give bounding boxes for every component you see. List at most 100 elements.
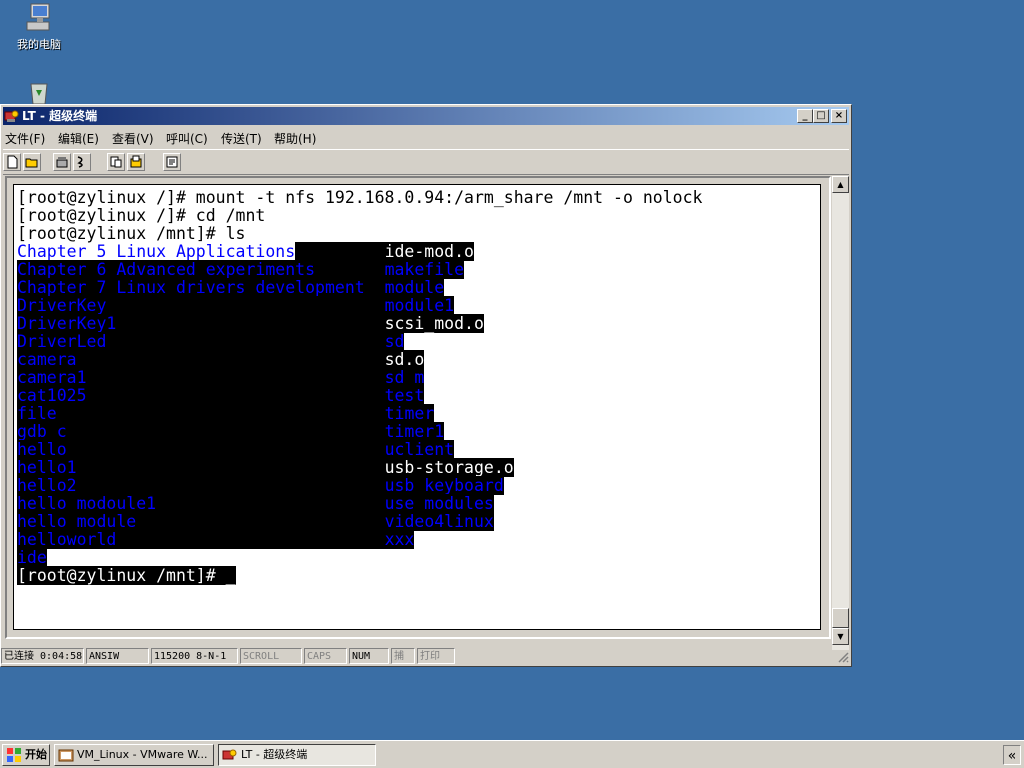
resize-grip-icon[interactable] — [837, 651, 849, 663]
command-line: [root@zylinux /]# cd /mnt — [17, 206, 266, 225]
status-caps: CAPS — [304, 648, 347, 664]
menu-call[interactable]: 呼叫(C) — [166, 130, 208, 147]
ls-entry-dir: usb_keyboard — [384, 476, 504, 495]
disconnect-icon — [77, 156, 83, 168]
terminal-line: [root@zylinux /]# mount -t nfs 192.168.0… — [17, 189, 702, 207]
ls-entry-file: usb-storage.o — [384, 458, 514, 477]
phone-icon — [56, 157, 68, 168]
maximize-button[interactable]: □ — [813, 109, 829, 123]
command-line: [root@zylinux /mnt]# ls — [17, 224, 246, 243]
ls-entry-dir: DriverKey1 — [17, 314, 117, 333]
terminal-line: DriverKey module1 — [17, 296, 455, 315]
recycle-bin-icon — [30, 83, 48, 104]
scroll-down-button[interactable]: ▼ — [832, 628, 849, 645]
send-button[interactable] — [107, 153, 125, 171]
receive-file-icon — [130, 155, 142, 168]
ls-entry-dir: helloworld — [17, 530, 117, 549]
properties-icon — [166, 156, 178, 168]
ls-entry-dir: hello_modoule1 — [17, 494, 157, 513]
ls-padding — [315, 260, 385, 279]
ls-padding — [86, 386, 385, 405]
status-emulation: ANSIW — [86, 648, 149, 664]
title-bar[interactable]: LT - 超级终端 _ □ × — [3, 107, 849, 125]
ls-entry-dir: hello — [17, 440, 67, 459]
menu-edit[interactable]: 编辑(E) — [58, 130, 99, 147]
ls-padding — [106, 332, 385, 351]
ls-entry-dir: module1 — [384, 296, 455, 315]
disconnect-button[interactable] — [73, 153, 91, 171]
scroll-thumb[interactable] — [832, 608, 849, 628]
menu-file[interactable]: 文件(F) — [5, 130, 45, 147]
hyperterminal-app-icon — [4, 110, 19, 122]
terminal-line: camera sd.o — [17, 350, 425, 369]
receive-button[interactable] — [127, 153, 145, 171]
terminal-screen[interactable]: [root@zylinux /]# mount -t nfs 192.168.0… — [13, 184, 821, 630]
terminal-line: hello1 usb-storage.o — [17, 458, 514, 477]
ls-padding — [76, 458, 385, 477]
new-connection-button[interactable] — [3, 153, 21, 171]
start-label: 开始 — [25, 748, 47, 761]
ls-entry-file: scsi_mod.o — [384, 314, 484, 333]
call-button[interactable] — [53, 153, 71, 171]
status-connected-time: 已连接 0:04:58 — [1, 648, 84, 664]
ls-entry-dir: camera — [17, 350, 77, 369]
desktop-icon-label: 我的电脑 — [17, 38, 61, 51]
status-port-settings: 115200 8-N-1 — [151, 648, 238, 664]
status-bar: 已连接 0:04:58 ANSIW 115200 8-N-1 SCROLL CA… — [1, 647, 851, 665]
windows-logo-icon — [7, 748, 21, 762]
vmware-icon — [58, 749, 74, 762]
start-button[interactable]: 开始 — [2, 744, 50, 766]
properties-button[interactable] — [163, 153, 181, 171]
taskbar-item-hyperterminal[interactable]: LT - 超级终端 — [218, 744, 376, 766]
ls-entry-dir: hello2 — [17, 476, 77, 495]
window-title: LT - 超级终端 — [22, 109, 98, 123]
taskbar-item-vmware[interactable]: VM_Linux - VMware W... — [54, 744, 214, 766]
vertical-scrollbar[interactable]: ▲ ▼ — [832, 176, 849, 650]
menu-bar: 文件(F) 编辑(E) 查看(V) 呼叫(C) 传送(T) 帮助(H) — [3, 127, 849, 147]
command-line: [root@zylinux /]# mount -t nfs 192.168.0… — [17, 188, 703, 207]
terminal-line: hello2 usb_keyboard — [17, 476, 504, 495]
ls-entry-dir: Chapter_5_Linux_Applications — [17, 242, 296, 261]
ls-padding — [136, 512, 385, 531]
menu-view[interactable]: 查看(V) — [112, 130, 154, 147]
desktop-icon-my-computer[interactable]: 我的电脑 — [6, 2, 72, 52]
new-file-icon — [7, 155, 18, 169]
terminal-line: DriverKey1 scsi_mod.o — [17, 314, 484, 333]
ls-entry-dir: gdb_c — [17, 422, 67, 441]
taskbar-item-label: LT - 超级终端 — [241, 748, 308, 761]
ls-entry-dir: test — [384, 386, 425, 405]
computer-icon — [26, 3, 50, 31]
ls-entry-dir: sd_m — [384, 368, 425, 387]
ls-entry-dir: xxx — [384, 530, 415, 549]
terminal-line: DriverLed sd — [17, 332, 405, 351]
scroll-up-button[interactable]: ▲ — [832, 176, 849, 193]
ls-padding — [295, 242, 385, 261]
taskbar-item-label: VM_Linux - VMware W... — [77, 748, 208, 761]
open-button[interactable] — [23, 153, 41, 171]
ls-entry-dir: cat1025 — [17, 386, 87, 405]
menu-transfer[interactable]: 传送(T) — [221, 130, 262, 147]
ls-entry-dir: Chapter_7_Linux_drivers_development — [17, 278, 365, 297]
shell-prompt: [root@zylinux /mnt]# _ — [17, 566, 236, 585]
tray-chevron-button[interactable]: « — [1003, 745, 1021, 765]
ls-entry-dir: uclient — [384, 440, 455, 459]
ls-padding — [76, 476, 385, 495]
menu-help[interactable]: 帮助(H) — [274, 130, 316, 147]
ls-padding — [56, 404, 385, 423]
ls-padding — [156, 494, 385, 513]
minimize-button[interactable]: _ — [797, 109, 813, 123]
ls-padding — [66, 422, 385, 441]
terminal-line: [root@zylinux /mnt]# _ — [17, 566, 236, 585]
ls-entry-dir: hello_module — [17, 512, 137, 531]
ls-entry-dir: video4linux — [384, 512, 494, 531]
open-folder-icon — [25, 158, 38, 168]
ls-entry-dir: DriverLed — [17, 332, 107, 351]
terminal-line: camera1 sd_m — [17, 368, 425, 387]
terminal-line: Chapter_5_Linux_Applications ide-mod.o — [17, 242, 474, 261]
terminal-line: [root@zylinux /]# cd /mnt — [17, 207, 265, 225]
ls-padding — [106, 296, 385, 315]
close-button[interactable]: × — [831, 109, 847, 123]
status-num: NUM — [349, 648, 389, 664]
desktop-icon-recycle-bin[interactable] — [6, 80, 72, 106]
ls-entry-dir: ide — [17, 548, 47, 567]
